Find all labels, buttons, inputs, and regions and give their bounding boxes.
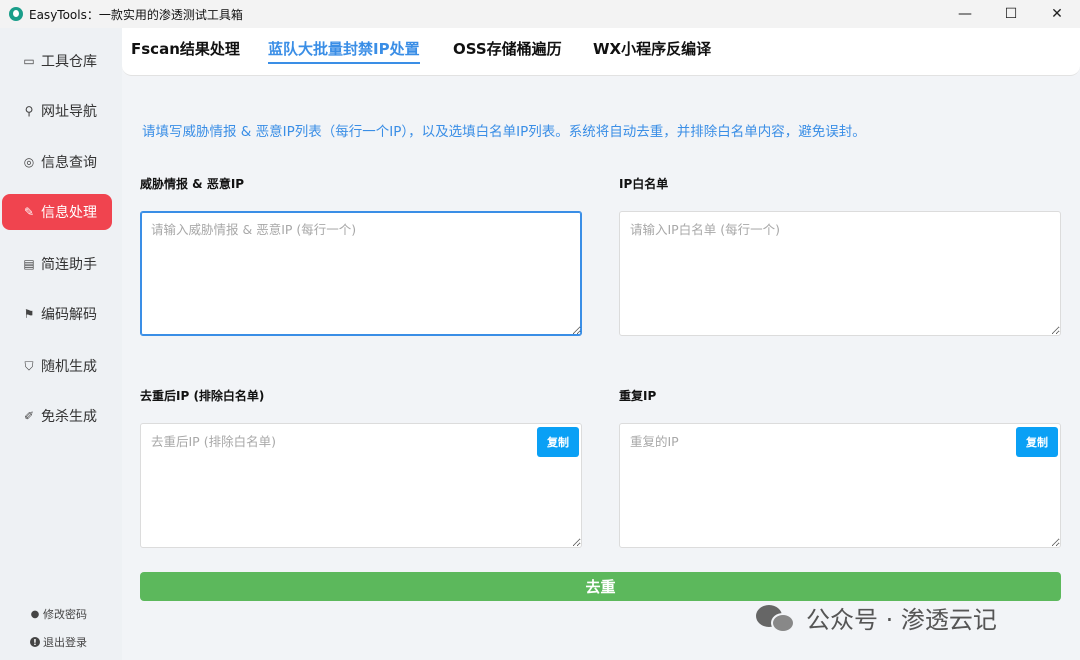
change-password-label: 修改密码	[43, 608, 87, 621]
close-icon: ✕	[1051, 6, 1063, 22]
logout-link[interactable]: ! 退出登录	[30, 634, 87, 650]
calendar-icon: ▤	[23, 257, 35, 271]
maximize-button[interactable]: ☐	[988, 0, 1034, 28]
box-icon: ▭	[23, 54, 35, 68]
link-icon: ⚲	[24, 104, 34, 118]
pen-icon: ✐	[23, 409, 35, 423]
tab-bar: Fscan结果处理 蓝队大批量封禁IP处置 OSS存储桶遍历 WX小程序反编译	[122, 28, 1080, 76]
sidebar-item-info-query[interactable]: ◎ 信息查询	[2, 144, 112, 180]
copy-duplicates-button[interactable]: 复制	[1016, 427, 1058, 457]
edit-icon: ✎	[23, 205, 35, 219]
minimize-button[interactable]: —	[942, 0, 988, 28]
instruction-text: 请填写威胁情报 & 恶意IP列表（每行一个IP），以及选填白名单IP列表。系统将…	[142, 124, 866, 140]
whitelist-label: IP白名单	[619, 177, 669, 191]
query-icon: ◎	[23, 155, 35, 169]
tab-wx-decompile[interactable]: WX小程序反编译	[593, 38, 711, 64]
sidebar-item-encode-decode[interactable]: ⚑ 编码解码	[2, 296, 112, 332]
sidebar: ▭ 工具仓库 ⚲ 网址导航 ◎ 信息查询 ✎ 信息处理 ▤ 简连助手 ⚑ 编码解…	[0, 28, 122, 660]
sidebar-item-bypass-gen[interactable]: ✐ 免杀生成	[2, 398, 112, 434]
sidebar-item-label: 编码解码	[41, 307, 97, 323]
minimize-icon: —	[958, 6, 972, 22]
threat-ip-label: 威胁情报 & 恶意IP	[140, 177, 245, 191]
sidebar-item-label: 免杀生成	[41, 409, 97, 425]
duplicate-ip-label: 重复IP	[619, 389, 657, 403]
sidebar-item-label: 工具仓库	[41, 54, 97, 70]
sidebar-item-label: 简连助手	[41, 257, 97, 273]
sidebar-item-label: 信息查询	[41, 155, 97, 171]
threat-ip-input[interactable]	[140, 211, 582, 336]
sidebar-item-tool-repo[interactable]: ▭ 工具仓库	[2, 43, 112, 79]
close-button[interactable]: ✕	[1034, 0, 1080, 28]
flag-icon: ⚑	[23, 307, 35, 321]
maximize-icon: ☐	[1004, 6, 1018, 22]
duplicate-ip-output[interactable]	[619, 423, 1061, 548]
sidebar-item-label: 信息处理	[41, 205, 97, 221]
logout-label: 退出登录	[43, 636, 87, 649]
shield-icon: ⛉	[24, 358, 34, 373]
sidebar-item-connect-helper[interactable]: ▤ 简连助手	[2, 246, 112, 282]
sidebar-item-random-gen[interactable]: ⛉ 随机生成	[2, 348, 112, 384]
sidebar-item-url-nav[interactable]: ⚲ 网址导航	[2, 93, 112, 129]
watermark-text: 公众号 · 渗透云记	[806, 606, 997, 634]
sidebar-item-info-process[interactable]: ✎ 信息处理	[2, 194, 112, 230]
app-logo-icon	[9, 7, 23, 21]
deduped-ip-output[interactable]	[140, 423, 582, 548]
tab-oss-bucket[interactable]: OSS存储桶遍历	[453, 38, 562, 64]
user-icon: ●	[30, 608, 40, 620]
copy-deduped-button[interactable]: 复制	[537, 427, 579, 457]
logout-icon: !	[30, 637, 40, 647]
dedupe-button[interactable]: 去重	[140, 572, 1061, 601]
window-controls: — ☐ ✕	[942, 0, 1080, 28]
sidebar-item-label: 网址导航	[41, 104, 97, 120]
sidebar-item-label: 随机生成	[41, 359, 97, 375]
main-content: Fscan结果处理 蓝队大批量封禁IP处置 OSS存储桶遍历 WX小程序反编译 …	[122, 28, 1080, 660]
tab-blue-team-ip-block[interactable]: 蓝队大批量封禁IP处置	[268, 38, 420, 64]
whitelist-input[interactable]	[619, 211, 1061, 336]
watermark: 公众号 · 渗透云记	[756, 600, 997, 635]
title-bar: EasyTools：一款实用的渗透测试工具箱 — ☐ ✕	[0, 0, 1080, 28]
wechat-icon	[756, 603, 796, 633]
tab-fscan[interactable]: Fscan结果处理	[131, 38, 240, 64]
window-title: EasyTools：一款实用的渗透测试工具箱	[29, 7, 243, 22]
change-password-link[interactable]: ● 修改密码	[30, 606, 87, 622]
deduped-ip-label: 去重后IP (排除白名单)	[140, 389, 265, 403]
